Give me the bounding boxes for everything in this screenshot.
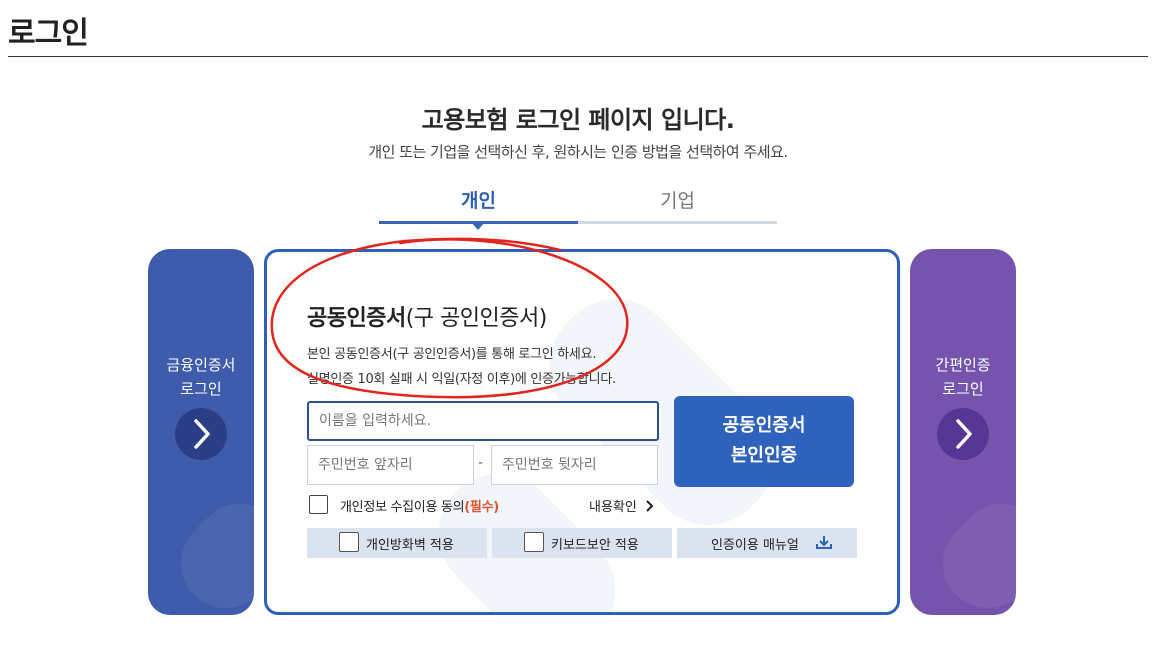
cert-title-rest: (구 공인인증서)	[405, 306, 548, 331]
rrn-front-input[interactable]	[307, 445, 474, 485]
cert-manual-download-button[interactable]: 인증이용 매뉴얼	[677, 528, 857, 558]
simple-auth-label-line2: 로그인	[942, 380, 984, 398]
decorative-shape	[162, 485, 254, 615]
financial-cert-label-line1: 금융인증서	[166, 356, 236, 374]
tab-personal-label: 개인	[461, 190, 496, 212]
view-details-link[interactable]: 내용확인	[589, 496, 654, 515]
simple-auth-login-card[interactable]: 간편인증 로그인	[910, 249, 1016, 615]
cert-title: 공동인증서(구 공인인증서)	[307, 300, 547, 332]
cert-description-line1: 본인 공동인증서(구 공인인증서)를 통해 로그인 하세요.	[307, 347, 597, 362]
rrn-separator: -	[478, 455, 484, 471]
firewall-label: 개인방화벽 적용	[366, 538, 454, 553]
title-divider	[8, 56, 1148, 57]
simple-auth-label-line1: 간편인증	[935, 356, 991, 374]
tab-business[interactable]: 기업	[578, 186, 777, 224]
consent-checkbox[interactable]	[309, 495, 328, 514]
keyboard-security-label: 키보드보안 적용	[551, 538, 639, 553]
keyboard-security-toggle[interactable]: 키보드보안 적용	[492, 528, 672, 558]
login-subheading: 개인 또는 기업을 선택하신 후, 원하시는 인증 방법을 선택하여 주세요.	[368, 143, 788, 161]
verify-button-line1: 공동인증서	[722, 415, 806, 436]
consent-required-mark: (필수)	[464, 500, 499, 515]
login-heading: 고용보험 로그인 페이지 입니다.	[421, 106, 735, 134]
cert-manual-label: 인증이용 매뉴얼	[711, 538, 799, 553]
page-title: 로그인	[8, 16, 89, 51]
cert-description: 본인 공동인증서(구 공인인증서)를 통해 로그인 하세요. 실명인증 10회 …	[307, 342, 616, 392]
decorative-shape	[924, 485, 1016, 615]
keyboard-security-checkbox[interactable]	[524, 532, 544, 552]
user-type-tabs: 개인 기업	[379, 186, 777, 230]
chevron-right-icon[interactable]	[937, 408, 989, 460]
joint-cert-verify-button[interactable]: 공동인증서 본인인증	[674, 396, 854, 487]
view-details-label: 내용확인	[589, 500, 637, 515]
financial-cert-label-line2: 로그인	[180, 380, 222, 398]
financial-cert-login-card[interactable]: 금융인증서 로그인	[148, 249, 254, 615]
firewall-checkbox[interactable]	[339, 532, 359, 552]
tab-personal[interactable]: 개인	[379, 186, 578, 230]
chevron-right-icon[interactable]	[175, 408, 227, 460]
rrn-back-input[interactable]	[491, 445, 658, 485]
joint-cert-login-card: 공동인증서(구 공인인증서) 본인 공동인증서(구 공인인증서)를 통해 로그인…	[264, 249, 900, 615]
download-icon	[816, 536, 832, 549]
active-tab-indicator	[471, 222, 485, 230]
consent-label: 개인정보 수집이용 동의(필수)	[340, 496, 499, 515]
consent-label-text: 개인정보 수집이용 동의	[340, 500, 465, 515]
tab-business-label: 기업	[660, 190, 695, 212]
verify-button-line2: 본인인증	[730, 445, 798, 466]
simple-auth-login-label: 간편인증 로그인	[910, 353, 1016, 401]
cert-description-line2: 실명인증 10회 실패 시 익일(자정 이후)에 인증가능합니다.	[307, 372, 616, 387]
cert-title-bold: 공동인증서	[307, 306, 406, 331]
firewall-toggle[interactable]: 개인방화벽 적용	[307, 528, 487, 558]
name-input[interactable]	[307, 401, 659, 441]
chevron-right-icon	[646, 500, 654, 512]
financial-cert-login-label: 금융인증서 로그인	[148, 353, 254, 401]
